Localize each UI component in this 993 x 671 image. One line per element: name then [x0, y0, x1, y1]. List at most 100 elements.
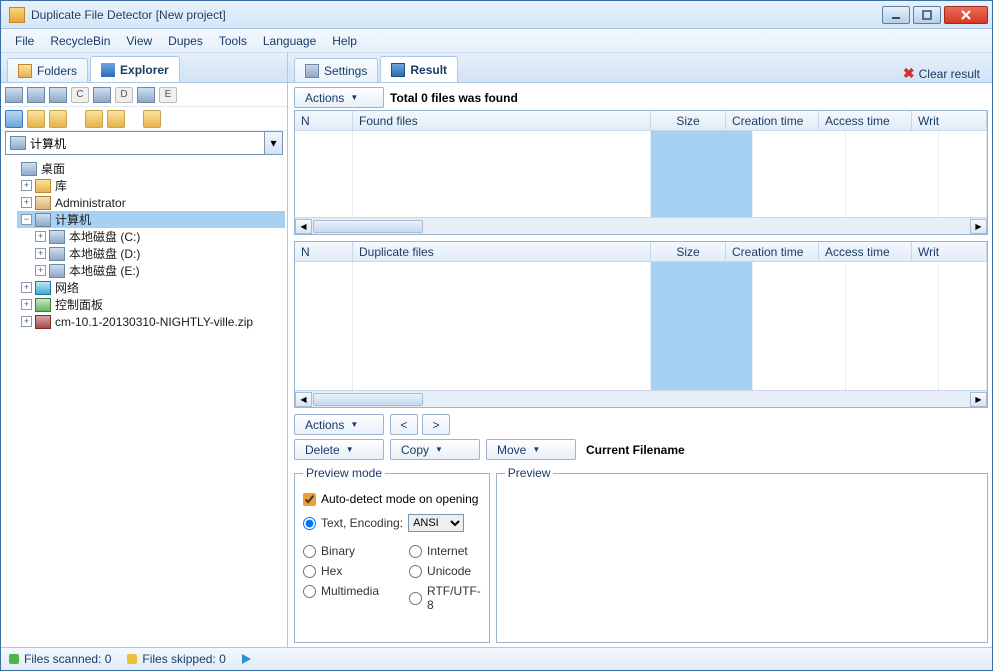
scroll-left-icon[interactable]: ◀ — [295, 392, 312, 407]
tree-admin[interactable]: Administrator — [55, 196, 126, 210]
menu-view[interactable]: View — [118, 32, 160, 50]
tree-library[interactable]: 库 — [55, 177, 67, 194]
drive-e-icon[interactable] — [137, 87, 155, 103]
chevron-down-icon: ▼ — [532, 445, 540, 454]
col-access[interactable]: Access time — [819, 242, 912, 261]
col-size[interactable]: Size — [651, 111, 726, 130]
tool-btn-5[interactable] — [107, 110, 125, 128]
col-size[interactable]: Size — [651, 242, 726, 261]
col-access[interactable]: Access time — [819, 111, 912, 130]
duplicate-files-grid: N Duplicate files Size Creation time Acc… — [294, 241, 988, 408]
menu-help[interactable]: Help — [324, 32, 365, 50]
folder-tree[interactable]: 桌面 + 库 + Administrator −计算机 + 本地磁盘 (C:) + 本地… — [1, 157, 287, 647]
radio-multimedia-label: Multimedia — [321, 584, 379, 598]
result-icon — [391, 63, 405, 77]
path-combo[interactable]: 计算机 ▾ — [5, 131, 283, 155]
auto-detect-input[interactable] — [303, 493, 316, 506]
col-n[interactable]: N — [295, 242, 353, 261]
expand-icon[interactable]: + — [21, 299, 32, 310]
col-dup[interactable]: Duplicate files — [353, 242, 651, 261]
encoding-select[interactable]: ANSI — [408, 514, 464, 532]
tree-drive-d[interactable]: 本地磁盘 (D:) — [69, 245, 140, 262]
scroll-thumb[interactable] — [313, 220, 423, 233]
minimize-button[interactable] — [882, 6, 910, 24]
radio-internet-label: Internet — [427, 544, 468, 558]
tree-zip[interactable]: cm-10.1-20130310-NIGHTLY-ville.zip — [55, 315, 253, 329]
tree-control-panel[interactable]: 控制面板 — [55, 296, 103, 313]
actions-dropdown-bottom[interactable]: Actions▼ — [294, 414, 384, 435]
dup-grid-scrollbar[interactable]: ◀ ▶ — [295, 390, 987, 407]
col-creation[interactable]: Creation time — [726, 242, 819, 261]
prev-button[interactable]: < — [390, 414, 418, 435]
menu-file[interactable]: File — [7, 32, 42, 50]
menu-tools[interactable]: Tools — [211, 32, 255, 50]
radio-internet[interactable]: Internet — [409, 544, 481, 558]
drive-c-icon[interactable] — [49, 87, 67, 103]
expand-icon[interactable]: + — [21, 316, 32, 327]
next-button[interactable]: > — [422, 414, 450, 435]
col-found[interactable]: Found files — [353, 111, 651, 130]
move-dropdown[interactable]: Move▼ — [486, 439, 576, 460]
desktop-drive-icon[interactable] — [5, 87, 23, 103]
radio-text[interactable]: Text, Encoding: ANSI — [303, 514, 481, 532]
found-grid-scrollbar[interactable]: ◀ ▶ — [295, 217, 987, 234]
scroll-right-icon[interactable]: ▶ — [970, 219, 987, 234]
delete-dropdown[interactable]: Delete▼ — [294, 439, 384, 460]
preview-mode-group: Preview mode Auto-detect mode on opening… — [294, 466, 490, 643]
tree-drive-c[interactable]: 本地磁盘 (C:) — [69, 228, 140, 245]
col-n[interactable]: N — [295, 111, 353, 130]
tool-btn-2[interactable] — [27, 110, 45, 128]
preview-label: Preview — [505, 466, 554, 480]
actions-dropdown-top[interactable]: Actions▼ — [294, 87, 384, 108]
tab-settings[interactable]: Settings — [294, 58, 378, 82]
titlebar: Duplicate File Detector [New project] — [1, 1, 992, 29]
menu-language[interactable]: Language — [255, 32, 324, 50]
tab-folders[interactable]: Folders — [7, 58, 88, 82]
menubar: File RecycleBin View Dupes Tools Languag… — [1, 29, 992, 53]
play-icon[interactable] — [242, 654, 251, 664]
computer-icon — [35, 213, 51, 227]
computer-drive-icon[interactable] — [27, 87, 45, 103]
expand-icon[interactable]: + — [21, 197, 32, 208]
scroll-right-icon[interactable]: ▶ — [970, 392, 987, 407]
col-write[interactable]: Writ — [912, 111, 987, 130]
tree-drive-e[interactable]: 本地磁盘 (E:) — [69, 262, 140, 279]
menu-dupes[interactable]: Dupes — [160, 32, 211, 50]
tool-btn-1[interactable] — [5, 110, 23, 128]
clear-result-button[interactable]: ✖Clear result — [897, 65, 986, 82]
expand-icon[interactable]: + — [35, 265, 46, 276]
tool-btn-3[interactable] — [49, 110, 67, 128]
drive-c-label: C — [71, 87, 89, 103]
drive-d-icon[interactable] — [93, 87, 111, 103]
tree-desktop[interactable]: 桌面 — [41, 160, 65, 177]
radio-rtf[interactable]: RTF/UTF-8 — [409, 584, 481, 612]
tree-network[interactable]: 网络 — [55, 279, 79, 296]
scroll-left-icon[interactable]: ◀ — [295, 219, 312, 234]
collapse-icon[interactable]: − — [21, 214, 32, 225]
radio-multimedia[interactable]: Multimedia — [303, 584, 379, 598]
menu-recyclebin[interactable]: RecycleBin — [42, 32, 118, 50]
maximize-button[interactable] — [913, 6, 941, 24]
expand-icon[interactable]: + — [35, 248, 46, 259]
tool-btn-4[interactable] — [85, 110, 103, 128]
tool-btn-6[interactable] — [143, 110, 161, 128]
tab-result[interactable]: Result — [380, 56, 458, 82]
radio-hex[interactable]: Hex — [303, 564, 379, 578]
close-button[interactable] — [944, 6, 988, 24]
tab-explorer[interactable]: Explorer — [90, 56, 180, 82]
col-creation[interactable]: Creation time — [726, 111, 819, 130]
status-skipped: Files skipped: 0 — [142, 652, 225, 666]
tree-computer-node[interactable]: −计算机 — [17, 211, 285, 228]
auto-detect-checkbox[interactable]: Auto-detect mode on opening — [303, 492, 481, 506]
radio-binary[interactable]: Binary — [303, 544, 379, 558]
radio-unicode[interactable]: Unicode — [409, 564, 481, 578]
drive-icon — [49, 230, 65, 244]
chevron-down-icon[interactable]: ▾ — [264, 132, 282, 154]
col-write[interactable]: Writ — [912, 242, 987, 261]
copy-dropdown[interactable]: Copy▼ — [390, 439, 480, 460]
expand-icon[interactable]: + — [35, 231, 46, 242]
chevron-down-icon: ▼ — [350, 420, 358, 429]
expand-icon[interactable]: + — [21, 180, 32, 191]
expand-icon[interactable]: + — [21, 282, 32, 293]
scroll-thumb[interactable] — [313, 393, 423, 406]
